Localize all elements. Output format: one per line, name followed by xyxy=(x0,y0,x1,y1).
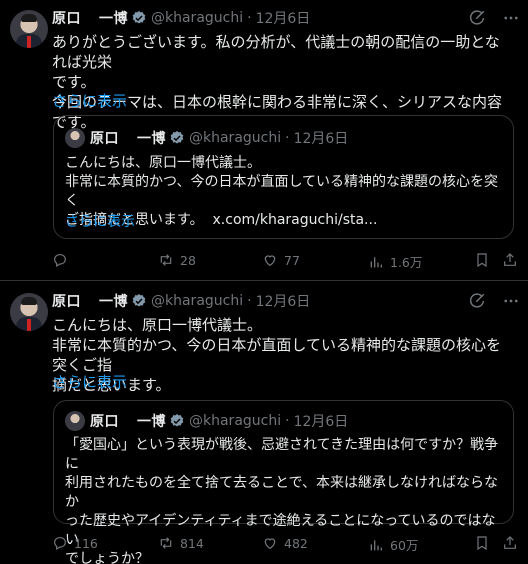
quote-header: 原口 一博 @kharaguchi · 12月6日 xyxy=(90,411,348,431)
bookmark-button[interactable] xyxy=(474,535,490,551)
tweet-date[interactable]: 12月6日 xyxy=(256,291,311,311)
separator: · xyxy=(247,293,252,309)
view-count: 60万 xyxy=(390,538,419,553)
repost-button[interactable]: 28 xyxy=(158,252,196,268)
quote-text-line: 利用されたものを全て捨て去ることで、本来は継承しなければならなか xyxy=(65,475,499,510)
author-name[interactable]: 原口 一博 xyxy=(52,8,128,28)
tweet-text-line: 非常に本質的かつ、今の日本が直面している精神的な課題の核心を突くご指 xyxy=(52,336,501,374)
show-more-link[interactable]: さらに表示 xyxy=(52,371,127,392)
like-icon xyxy=(264,538,276,550)
tweet-date[interactable]: 12月6日 xyxy=(256,8,311,28)
repost-icon xyxy=(160,254,172,266)
tweet-text-line: です。 xyxy=(52,73,96,91)
author-handle[interactable]: @kharaguchi xyxy=(151,293,243,309)
action-bar: 116 814 482 60万 xyxy=(52,535,522,555)
quote-author-handle: @kharaguchi xyxy=(189,130,282,146)
like-count: 77 xyxy=(284,252,300,268)
author-name[interactable]: 原口 一博 xyxy=(52,291,128,311)
reply-button[interactable]: 116 xyxy=(52,535,98,551)
quote-text-line: 非常に本質的かつ、今の日本が直面している精神的な課題の核心を突く xyxy=(65,174,499,209)
views-button[interactable]: 60万 xyxy=(368,535,418,554)
share-icon xyxy=(504,253,516,266)
like-icon xyxy=(264,255,276,267)
quote-text-line: こんにちは、原口一博代議士。 xyxy=(65,155,261,171)
grok-icon[interactable] xyxy=(468,9,486,27)
quote-avatar[interactable] xyxy=(65,128,85,148)
header-icons xyxy=(468,9,520,27)
repost-count: 814 xyxy=(180,535,204,551)
header-icons xyxy=(468,292,520,310)
tweet-text-line: ありがとうございます。私の分析が、代議士の朝の配信の一助となれば光栄 xyxy=(52,33,500,71)
reply-button[interactable] xyxy=(52,252,74,268)
bookmark-icon xyxy=(477,536,487,551)
repost-icon xyxy=(160,537,172,549)
verified-badge-icon xyxy=(132,294,146,307)
verified-badge-icon xyxy=(170,414,184,427)
share-button[interactable] xyxy=(502,535,518,551)
tweet-header: 原口 一博 @kharaguchi · 12月6日 xyxy=(52,291,310,311)
bookmark-button[interactable] xyxy=(474,252,490,268)
quote-text-line: 「愛国心」という表現が戦後、忌避されてきた理由は何ですか？戦争に xyxy=(65,437,499,472)
quote-avatar[interactable] xyxy=(65,411,85,431)
quote-header: 原口 一博 @kharaguchi · 12月6日 xyxy=(90,128,348,148)
show-more-link[interactable]: さらに表示 xyxy=(52,90,127,111)
more-icon[interactable] xyxy=(502,292,520,310)
verified-badge-icon xyxy=(170,131,184,144)
views-icon xyxy=(370,256,382,267)
reply-count: 116 xyxy=(74,535,98,551)
tweet[interactable]: 原口 一博 @kharaguchi · 12月6日 ありがとうございます。私の分析… xyxy=(0,0,528,281)
like-count: 482 xyxy=(284,535,308,551)
author-handle[interactable]: @kharaguchi xyxy=(151,10,243,26)
more-icon[interactable] xyxy=(502,9,520,27)
like-button[interactable]: 482 xyxy=(262,535,308,551)
separator: · xyxy=(247,10,252,26)
quote-author-name[interactable]: 原口 一博 xyxy=(90,411,166,431)
avatar[interactable] xyxy=(10,10,48,48)
separator: · xyxy=(285,413,290,429)
share-button[interactable] xyxy=(502,252,518,268)
reply-icon xyxy=(54,254,66,268)
verified-badge-icon xyxy=(132,11,146,24)
tweet-text-line: こんにちは、原口一博代議士。 xyxy=(52,316,263,334)
quote-show-more-link[interactable]: さらに表示 xyxy=(65,211,135,231)
quote-date: 12月6日 xyxy=(293,131,349,147)
bookmark-icon xyxy=(477,253,487,268)
tweet[interactable]: 原口 一博 @kharaguchi · 12月6日 こんにちは、原口一博代議士。 … xyxy=(0,281,528,564)
grok-icon[interactable] xyxy=(468,292,486,310)
views-button[interactable]: 1.6万 xyxy=(368,252,422,271)
like-button[interactable]: 77 xyxy=(262,252,300,268)
quoted-tweet[interactable]: 原口 一博 @kharaguchi · 12月6日 「愛国心」という表現が戦後、忌… xyxy=(53,400,514,564)
view-count: 1.6万 xyxy=(390,255,423,270)
quote-author-handle: @kharaguchi xyxy=(189,413,282,429)
reply-icon xyxy=(54,537,66,551)
share-icon xyxy=(504,536,516,549)
repost-button[interactable]: 814 xyxy=(158,535,204,551)
quote-date: 12月6日 xyxy=(293,414,349,430)
avatar[interactable] xyxy=(10,293,48,331)
quote-author-name[interactable]: 原口 一博 xyxy=(90,128,166,148)
separator: · xyxy=(285,130,290,146)
repost-count: 28 xyxy=(180,252,196,268)
tweet-header: 原口 一博 @kharaguchi · 12月6日 xyxy=(52,8,310,28)
quoted-tweet[interactable]: 原口 一博 @kharaguchi · 12月6日 こんにちは、原口一博代議士。 … xyxy=(53,115,514,239)
views-icon xyxy=(370,539,382,550)
action-bar: 28 77 1.6万 xyxy=(52,252,522,272)
quote-link[interactable]: x.com/kharaguchi/sta... xyxy=(213,212,378,228)
